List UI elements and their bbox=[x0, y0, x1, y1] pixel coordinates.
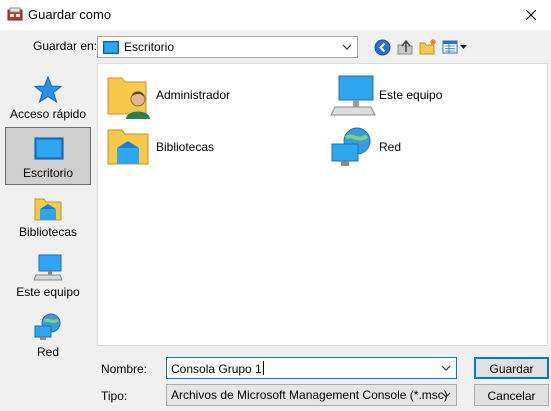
desktop-icon bbox=[103, 41, 119, 54]
back-button[interactable] bbox=[372, 37, 392, 57]
close-icon bbox=[526, 10, 536, 20]
save-button[interactable]: Guardar bbox=[474, 357, 549, 379]
places-bar: Acceso rápido Escritorio Bibliotecas Est… bbox=[3, 63, 95, 374]
file-label: Bibliotecas bbox=[156, 140, 215, 154]
filename-value: Consola Grupo 1 bbox=[171, 362, 262, 376]
view-menu-icon bbox=[442, 40, 467, 54]
libraries-icon bbox=[34, 198, 62, 221]
text-cursor bbox=[262, 361, 264, 375]
filetype-value: Archivos de Microsoft Management Console… bbox=[171, 388, 448, 402]
place-red[interactable]: Red bbox=[5, 307, 91, 365]
file-label: Este equipo bbox=[379, 88, 443, 102]
place-label: Acceso rápido bbox=[9, 107, 87, 121]
libraries-icon bbox=[107, 129, 149, 165]
computer-icon bbox=[33, 254, 63, 281]
lookin-value: Escritorio bbox=[124, 40, 175, 54]
place-bibliotecas[interactable]: Bibliotecas bbox=[5, 187, 91, 245]
view-menu-button[interactable] bbox=[442, 37, 468, 57]
file-label: Red bbox=[379, 140, 402, 154]
up-folder-button[interactable] bbox=[395, 37, 415, 57]
place-label: Escritorio bbox=[22, 166, 73, 180]
lookin-label: Guardar en: bbox=[33, 39, 98, 53]
list-item[interactable]: Administrador bbox=[106, 72, 306, 120]
list-item[interactable]: Red bbox=[329, 124, 529, 172]
lookin-dropdown[interactable]: Escritorio bbox=[97, 36, 358, 58]
place-acceso-rapido[interactable]: Acceso rápido bbox=[5, 69, 91, 127]
filename-label: Nombre: bbox=[101, 362, 148, 376]
list-item[interactable]: Este equipo bbox=[329, 72, 529, 120]
chevron-down-icon bbox=[441, 392, 451, 398]
mmc-app-icon bbox=[7, 7, 23, 21]
list-item[interactable]: Bibliotecas bbox=[106, 124, 306, 172]
new-folder-icon bbox=[419, 39, 436, 55]
window-title: Guardar como bbox=[28, 7, 112, 22]
chevron-down-icon bbox=[342, 44, 352, 50]
file-list[interactable]: Administrador Este equipo Bibliotecas Re… bbox=[97, 63, 548, 346]
network-icon bbox=[34, 313, 61, 340]
place-label: Bibliotecas bbox=[18, 225, 78, 239]
chevron-down-icon[interactable] bbox=[440, 361, 452, 375]
user-folder-icon bbox=[107, 77, 150, 119]
place-escritorio[interactable]: Escritorio bbox=[5, 127, 91, 185]
computer-icon bbox=[330, 75, 376, 116]
filename-input[interactable]: Consola Grupo 1 bbox=[166, 357, 457, 379]
filetype-label: Tipo: bbox=[101, 389, 128, 403]
place-label: Este equipo bbox=[16, 285, 80, 299]
network-icon bbox=[331, 127, 371, 166]
cancel-button[interactable]: Cancelar bbox=[474, 384, 549, 406]
file-label: Administrador bbox=[156, 88, 231, 102]
place-este-equipo[interactable]: Este equipo bbox=[5, 247, 91, 305]
star-icon bbox=[33, 75, 63, 104]
desktop-icon bbox=[34, 137, 64, 160]
filetype-dropdown[interactable]: Archivos de Microsoft Management Console… bbox=[166, 384, 457, 406]
close-button[interactable] bbox=[511, 0, 551, 30]
place-label: Red bbox=[36, 345, 59, 359]
back-icon bbox=[374, 39, 390, 55]
title-bar: Guardar como bbox=[0, 0, 551, 30]
up-folder-icon bbox=[397, 39, 413, 55]
new-folder-button[interactable] bbox=[418, 37, 438, 57]
